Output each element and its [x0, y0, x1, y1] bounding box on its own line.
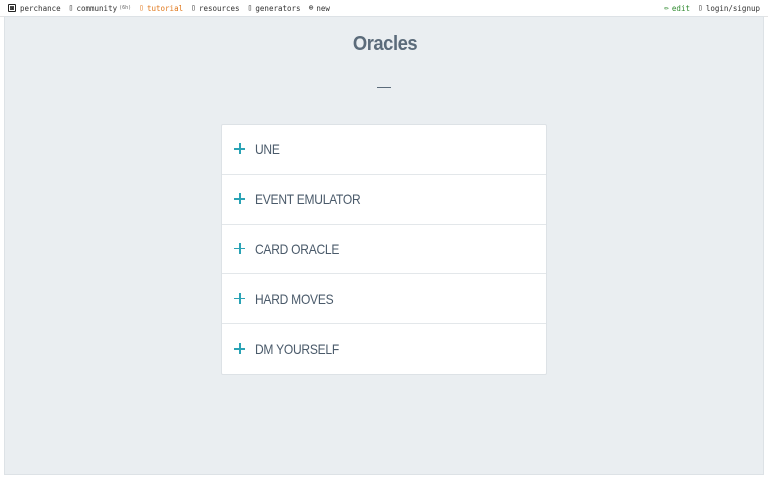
top-navigation-bar: perchance ▯ community (6h) ▯ tutorial ▯ …	[0, 0, 768, 17]
pencil-icon: ✏	[664, 3, 669, 12]
nav-edit-label: edit	[671, 3, 690, 13]
title-divider	[377, 87, 391, 88]
plus-circle-icon: ⊕	[308, 3, 314, 12]
nav-login-link[interactable]: ▯ login/signup	[698, 0, 760, 16]
dice-icon	[8, 4, 16, 12]
nav-new-link[interactable]: ⊕ new	[309, 0, 330, 16]
community-activity-badge: (6h)	[119, 5, 132, 11]
accordion-item-label: CARD ORACLE	[255, 240, 340, 257]
accordion-item-une[interactable]: UNE	[222, 125, 546, 175]
accordion-item-label: UNE	[255, 141, 280, 158]
book-icon: ▯	[139, 3, 144, 12]
nav-edit-link[interactable]: ✏ edit	[664, 0, 690, 16]
accordion-item-event-emulator[interactable]: EVENT EMULATOR	[222, 175, 546, 225]
accordion-item-label: HARD MOVES	[255, 290, 334, 307]
oracle-accordion: UNE EVENT EMULATOR CARD ORACLE HARD MOVE…	[221, 124, 547, 375]
nav-generators-label: generators	[255, 3, 301, 13]
accordion-item-dm-yourself[interactable]: DM YOURSELF	[222, 324, 546, 374]
plus-icon	[234, 343, 246, 355]
top-nav-right: ✏ edit ▯ login/signup	[664, 0, 768, 16]
chat-icon: ▯	[68, 3, 74, 12]
top-nav-left: perchance ▯ community (6h) ▯ tutorial ▯ …	[0, 0, 338, 16]
generator-frame: Oracles UNE EVENT EMULATOR CARD ORACLE H…	[4, 16, 764, 475]
plus-icon	[234, 143, 246, 155]
nav-community-link[interactable]: ▯ community (6h)	[69, 0, 132, 16]
accordion-item-hard-moves[interactable]: HARD MOVES	[222, 274, 546, 325]
nav-community-label: community	[76, 3, 118, 13]
nav-perchance-link[interactable]: perchance	[8, 4, 61, 13]
plus-icon	[234, 292, 246, 305]
nav-perchance-label: perchance	[20, 3, 61, 13]
accordion-item-label: EVENT EMULATOR	[255, 191, 361, 208]
nav-tutorial-link[interactable]: ▯ tutorial	[139, 0, 183, 16]
accordion-item-label: DM YOURSELF	[255, 341, 339, 358]
info-icon: ▯	[191, 3, 196, 12]
plus-icon	[234, 242, 246, 255]
nav-resources-label: resources	[198, 3, 240, 13]
nav-tutorial-label: tutorial	[146, 3, 184, 13]
nav-login-label: login/signup	[705, 3, 760, 13]
accordion-item-card-oracle[interactable]: CARD ORACLE	[222, 225, 546, 275]
nav-resources-link[interactable]: ▯ resources	[191, 0, 239, 16]
user-icon: ▯	[697, 3, 703, 12]
plus-icon	[234, 193, 246, 205]
page-title: Oracles	[352, 33, 418, 55]
nav-generators-link[interactable]: ▯ generators	[248, 0, 301, 16]
list-icon: ▯	[247, 3, 253, 12]
nav-new-label: new	[316, 3, 330, 13]
